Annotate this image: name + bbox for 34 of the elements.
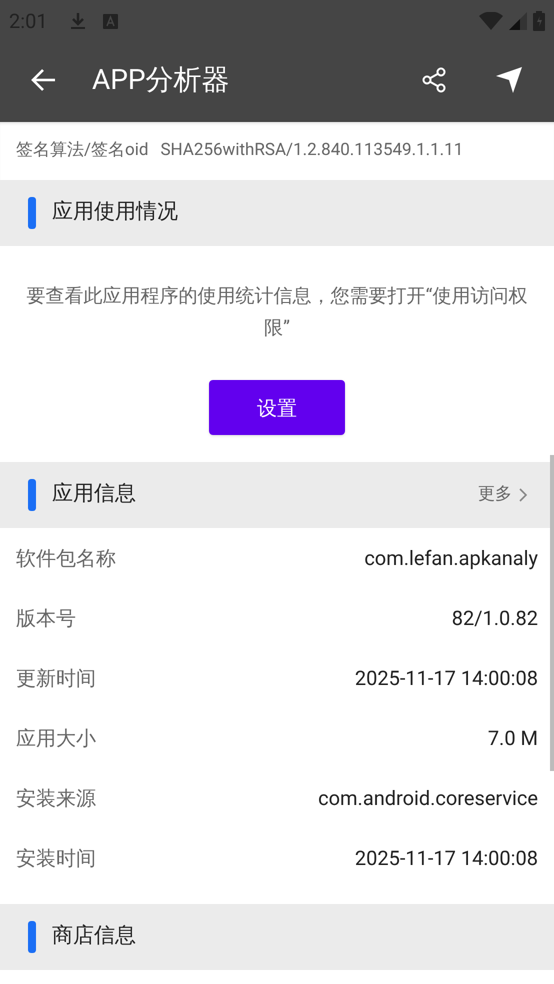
info-label: 安装来源 (16, 785, 96, 812)
app-title: APP分析器 (92, 62, 230, 98)
back-arrow-icon (30, 68, 56, 92)
wifi-icon (479, 12, 503, 30)
share-icon (422, 67, 446, 93)
more-link[interactable]: 更多 (478, 482, 530, 508)
navigation-arrow-icon (495, 66, 523, 94)
info-value: 82/1.0.82 (452, 605, 538, 632)
info-value: 2025-11-17 14:00:08 (354, 665, 538, 692)
info-label: 软件包名称 (16, 545, 116, 572)
section-title: 应用使用情况 (52, 199, 178, 226)
section-title: 商店信息 (52, 923, 136, 950)
share-button[interactable] (420, 66, 448, 94)
info-value: com.lefan.apkanaly (364, 545, 538, 572)
signature-value: SHA256withRSA/1.2.840.113549.1.1.11 (160, 139, 464, 162)
signal-icon (509, 12, 527, 30)
notification-icon (102, 14, 118, 28)
section-title: 应用信息 (52, 481, 136, 508)
accent-bar (28, 479, 36, 511)
info-value: 2025-11-17 14:00:08 (354, 845, 538, 872)
scrollbar[interactable] (550, 455, 554, 771)
info-label: 安装时间 (16, 845, 96, 872)
info-value: 7.0 M (488, 725, 538, 752)
accent-bar (28, 197, 36, 229)
download-icon (70, 12, 86, 30)
settings-button[interactable]: 设置 (209, 380, 345, 435)
accent-bar (28, 921, 36, 953)
battery-icon (533, 11, 545, 31)
info-label: 应用大小 (16, 725, 96, 752)
info-label: 版本号 (16, 605, 76, 632)
info-value: com.android.coreservice (318, 785, 538, 812)
info-label: 更新时间 (16, 665, 96, 692)
signature-label: 签名算法/签名oid (16, 139, 148, 162)
usage-message: 要查看此应用程序的使用统计信息，您需要打开“使用访问权限” (26, 283, 528, 341)
